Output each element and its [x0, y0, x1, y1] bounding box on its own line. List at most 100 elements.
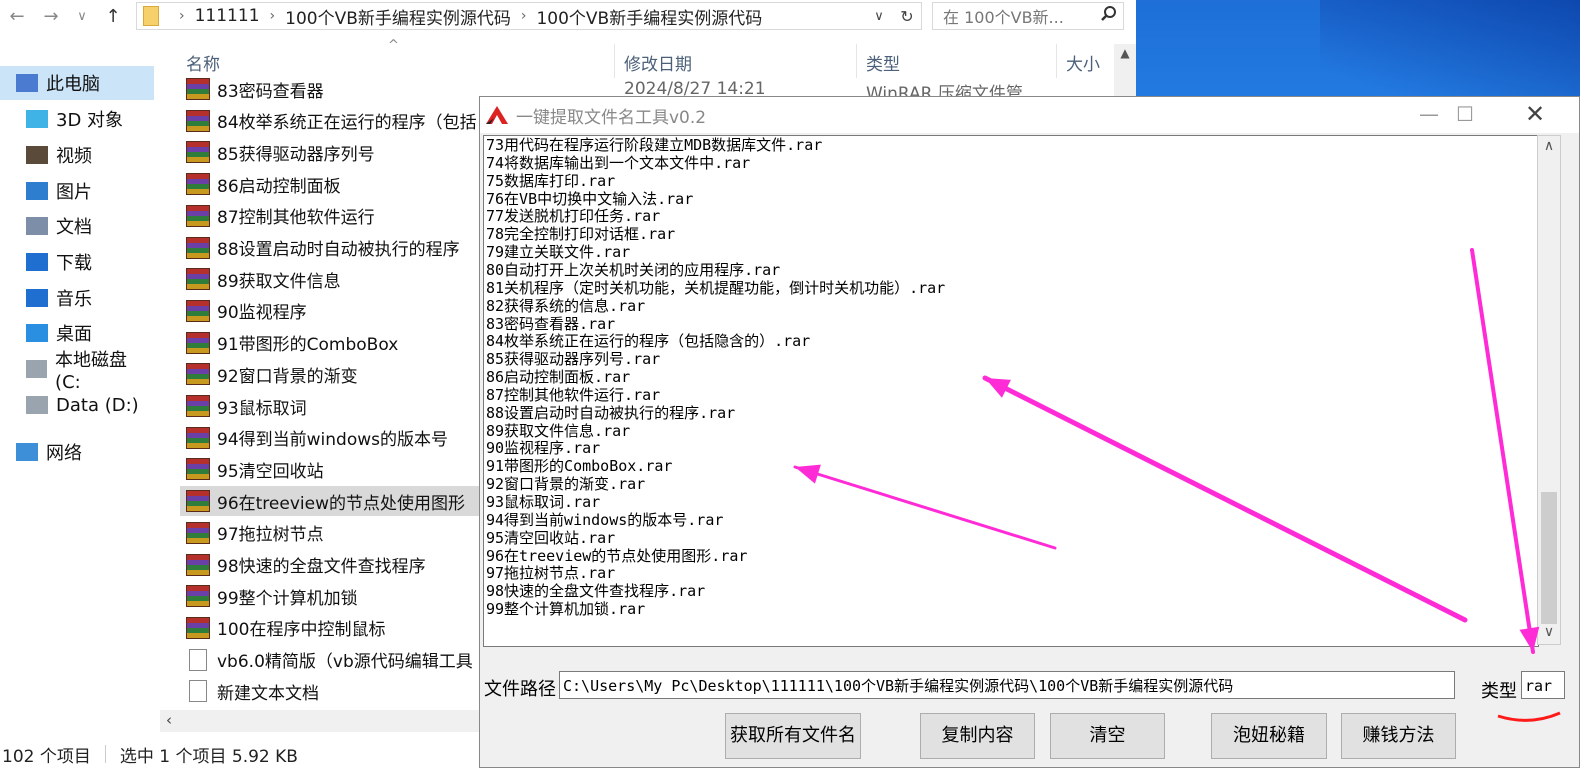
breadcrumb-item[interactable]: 111111 [195, 6, 260, 26]
file-row[interactable]: 86启动控制面板 [180, 169, 480, 199]
column-size[interactable]: 大小 [1066, 50, 1100, 75]
document-icon [26, 217, 48, 235]
sidebar-item[interactable]: 此电脑 [0, 66, 154, 100]
column-name[interactable]: 名称 [186, 50, 220, 75]
sidebar-item[interactable]: 视频 [0, 138, 154, 172]
file-name: 97拖拉树节点 [217, 525, 324, 546]
sidebar-item-label: 音乐 [56, 289, 92, 310]
up-arrow-icon[interactable]: ↑ [96, 6, 130, 27]
item-count: 102 个项目 [2, 746, 91, 767]
rar-archive-icon [186, 109, 210, 132]
forward-arrow-icon[interactable]: → [34, 6, 68, 27]
path-input[interactable]: C:\Users\My Pc\Desktop\111111\100个VB新手编程… [559, 671, 1455, 699]
file-row[interactable]: 83密码查看器 [180, 74, 480, 104]
filename-listbox[interactable]: 73用代码在程序运行阶段建立MDB数据库文件.rar 74将数据库输出到一个文本文… [483, 135, 1539, 647]
rar-archive-icon [186, 268, 210, 291]
text-file-icon [189, 680, 207, 703]
filename-line: 92窗口背景的渐变.rar [486, 475, 646, 494]
status-bar: 102 个项目 选中 1 个项目 5.92 KB [0, 740, 480, 768]
sidebar-item[interactable]: 3D 对象 [0, 102, 154, 136]
music-icon [26, 289, 48, 307]
filename-line: 86启动控制面板.rar [486, 368, 631, 387]
rar-archive-icon [186, 553, 210, 576]
filename-line: 80自动打开上次关机时关闭的应用程序.rar [486, 260, 781, 279]
sidebar-item[interactable]: 下载 [0, 245, 154, 279]
rar-archive-icon [186, 490, 210, 513]
back-arrow-icon[interactable]: ← [0, 6, 34, 27]
file-row[interactable]: 88设置启动时自动被执行的程序 [180, 233, 480, 263]
file-name: 88设置启动时自动被执行的程序 [217, 240, 460, 260]
breadcrumb-item[interactable]: 100个VB新手编程实例源代码 [536, 4, 762, 29]
horizontal-scrollbar[interactable]: ‹ [160, 710, 480, 732]
sidebar-item[interactable]: 音乐 [0, 281, 154, 315]
copy-content-button[interactable]: 复制内容 [920, 713, 1035, 759]
search-placeholder: 在 100个VB新... [943, 8, 1064, 27]
filename-line: 78完全控制打印对话框.rar [486, 225, 676, 244]
dating-tips-button[interactable]: 泡妞秘籍 [1211, 713, 1327, 759]
file-row[interactable]: 92窗口背景的渐变 [180, 359, 480, 389]
rar-archive-icon [186, 363, 210, 386]
file-row[interactable]: 91带图形的ComboBox [180, 328, 480, 358]
sidebar-item[interactable]: 图片 [0, 174, 154, 208]
type-input[interactable]: rar [1521, 671, 1565, 699]
file-row[interactable]: 84枚举系统正在运行的程序（包括 [180, 106, 480, 136]
file-name: 100在程序中控制鼠标 [217, 620, 386, 641]
scroll-up-icon[interactable]: ∧ [1538, 138, 1560, 154]
filename-line: 95清空回收站.rar [486, 528, 616, 547]
get-all-filenames-button[interactable]: 获取所有文件名 [725, 713, 861, 759]
history-chevron-icon[interactable]: ∨ [68, 9, 96, 24]
filename-line: 73用代码在程序运行阶段建立MDB数据库文件.rar [486, 136, 823, 154]
sidebar-item[interactable]: 网络 [0, 435, 154, 469]
selection-info: 选中 1 个项目 5.92 KB [119, 746, 298, 767]
close-icon[interactable]: ✕ [1502, 97, 1568, 133]
file-name: 84枚举系统正在运行的程序（包括 [217, 113, 477, 134]
rar-archive-icon [186, 395, 210, 417]
drive-icon [26, 396, 48, 414]
column-modified[interactable]: 修改日期 [624, 50, 692, 75]
file-row[interactable]: 95清空回收站 [180, 454, 480, 484]
file-row[interactable]: 90监视程序 [180, 296, 480, 326]
folder-icon [143, 6, 159, 26]
file-name: 86启动控制面板 [217, 176, 341, 197]
file-row[interactable]: 94得到当前windows的版本号 [180, 423, 480, 453]
file-row[interactable]: 98快速的全盘文件查找程序 [180, 550, 480, 580]
file-row[interactable]: 100在程序中控制鼠标 [180, 613, 480, 643]
file-row[interactable]: 93鼠标取词 [180, 391, 480, 421]
address-dropdown-icon[interactable]: ∨ [865, 9, 893, 24]
maximize-icon[interactable]: ☐ [1432, 97, 1498, 133]
file-name: 83密码查看器 [217, 81, 324, 102]
download-icon [26, 253, 48, 271]
search-input[interactable]: 在 100个VB新... [932, 2, 1124, 30]
clear-button[interactable]: 清空 [1050, 713, 1165, 759]
file-row[interactable]: vb6.0精简版（vb源代码编辑工具 [180, 645, 480, 675]
title-bar[interactable]: 一键提取文件名工具v0.2 — ☐ ✕ [480, 97, 1579, 133]
filename-line: 84枚举系统正在运行的程序（包括隐含的）.rar [486, 332, 811, 351]
rar-archive-icon [186, 299, 210, 322]
file-row[interactable]: 87控制其他软件运行 [180, 201, 480, 231]
filename-line: 91带图形的ComboBox.rar [486, 457, 673, 476]
file-row[interactable]: 97拖拉树节点 [180, 518, 480, 548]
explorer-scrollbar[interactable]: ▲ [1114, 44, 1136, 96]
file-row[interactable]: 89获取文件信息 [180, 264, 480, 294]
breadcrumb-item[interactable]: 100个VB新手编程实例源代码 [285, 4, 511, 29]
sidebar-item-label: 文档 [56, 217, 92, 238]
filename-line: 79建立关联文件.rar [486, 243, 631, 262]
sidebar-item[interactable]: 本地磁盘 (C: [0, 350, 154, 393]
search-icon[interactable] [1095, 5, 1123, 27]
refresh-icon[interactable]: ↻ [893, 7, 921, 26]
filename-line: 88设置启动时自动被执行的程序.rar [486, 403, 736, 422]
scroll-down-icon[interactable]: ∨ [1538, 624, 1560, 640]
file-row[interactable]: 85获得驱动器序列号 [180, 137, 480, 167]
sidebar-item[interactable]: 文档 [0, 209, 154, 243]
file-row[interactable]: 99整个计算机加锁 [180, 581, 480, 611]
money-making-button[interactable]: 赚钱方法 [1341, 713, 1456, 759]
scroll-left-icon[interactable]: ‹ [166, 711, 172, 729]
breadcrumb[interactable]: › 111111 › 100个VB新手编程实例源代码 › 100个VB新手编程实… [136, 2, 922, 30]
file-row[interactable]: 新建文本文档 [180, 676, 480, 706]
scrollbar-thumb[interactable] [1541, 492, 1557, 624]
column-type[interactable]: 类型 [866, 50, 900, 75]
listbox-scrollbar[interactable]: ∧ ∨ [1537, 135, 1561, 645]
file-name: 93鼠标取词 [217, 398, 307, 419]
file-row[interactable]: 96在treeview的节点处使用图形 [180, 486, 480, 517]
sidebar-item[interactable]: Data (D:) [0, 388, 154, 422]
